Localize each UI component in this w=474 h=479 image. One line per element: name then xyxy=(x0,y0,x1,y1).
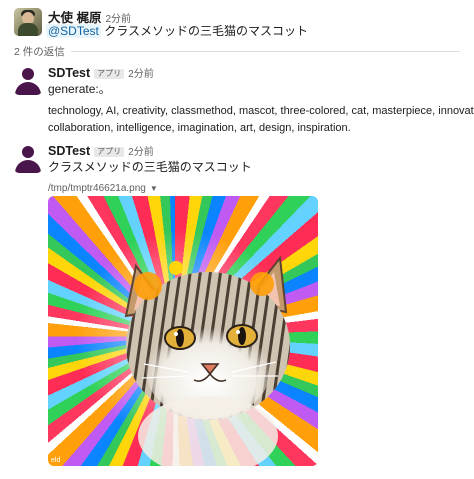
user-mention[interactable]: @SDTest xyxy=(46,24,101,38)
generated-image[interactable]: eld xyxy=(48,196,318,466)
top-message: 大使 梶原 2分前 @SDTest クラスメソッドの三毛猫のマスコット xyxy=(0,0,474,44)
image-watermark: eld xyxy=(51,457,61,464)
timestamp[interactable]: 2分前 xyxy=(128,69,154,80)
reply-count: 2 件の返信 xyxy=(14,44,71,59)
app-badge: アプリ xyxy=(94,69,125,79)
author-name[interactable]: SDTest xyxy=(48,144,90,158)
message-text-keywords-2: collaboration, intelligence, imagination… xyxy=(48,122,351,134)
chevron-down-icon[interactable]: ▼ xyxy=(150,184,158,193)
reply-message: SDTest アプリ 2分前 generate:。 technology, AI, … xyxy=(0,62,474,138)
user-avatar[interactable] xyxy=(14,8,42,36)
author-name[interactable]: SDTest xyxy=(48,66,90,80)
app-badge: アプリ xyxy=(94,147,125,157)
cat-illustration xyxy=(124,255,290,466)
app-avatar[interactable] xyxy=(14,67,42,95)
message-text-keywords-1: technology, AI, creativity, classmethod,… xyxy=(48,105,474,117)
app-avatar[interactable] xyxy=(14,145,42,173)
message-text-generate: generate:。 xyxy=(48,82,111,96)
replies-divider: 2 件の返信 xyxy=(14,44,460,59)
message-text: クラスメソッドの三毛猫のマスコット xyxy=(104,24,308,38)
divider-line xyxy=(14,51,460,52)
message-text: クラスメソッドの三毛猫のマスコット xyxy=(48,160,252,174)
timestamp[interactable]: 2分前 xyxy=(128,147,154,158)
file-name[interactable]: /tmp/tmptr46621a.png xyxy=(48,183,146,194)
